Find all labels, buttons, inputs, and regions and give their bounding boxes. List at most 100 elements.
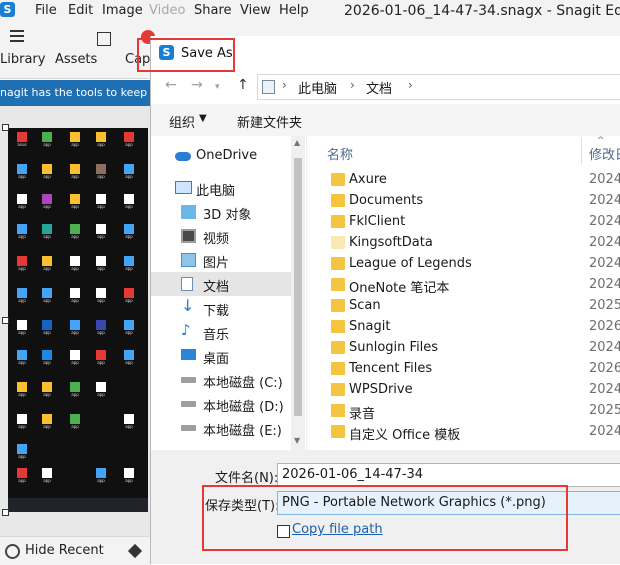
menu-help[interactable]: Help: [279, 3, 309, 18]
download-icon: ↓: [181, 296, 195, 315]
navigation-pane: OneDrive 此电脑 3D 对象 视频 图片 文档 ↓ 下载 ♪ 音乐 桌面…: [151, 136, 306, 450]
drive-icon: [181, 377, 196, 383]
menu-share[interactable]: Share: [194, 3, 232, 18]
back-arrow-icon[interactable]: ←: [165, 77, 177, 93]
menu-edit[interactable]: Edit: [68, 3, 93, 18]
snagit-logo-icon: S: [0, 2, 15, 17]
nav-item-3d-objects[interactable]: 3D 对象: [151, 200, 291, 224]
forward-arrow-icon[interactable]: →: [191, 77, 203, 93]
nav-scrollbar[interactable]: ▲ ▼: [291, 136, 305, 450]
scroll-down-icon[interactable]: ▼: [294, 436, 300, 445]
folder-icon: [331, 236, 345, 249]
folder-icon: [331, 425, 345, 438]
breadcrumb-documents[interactable]: 文档: [366, 78, 392, 97]
breadcrumb-this-pc[interactable]: 此电脑: [298, 78, 337, 97]
nav-item-desktop[interactable]: 桌面: [151, 344, 291, 368]
editor-bottom-bar: Hide Recent: [0, 536, 152, 565]
list-item[interactable]: League of Legends2024/: [307, 254, 620, 275]
pc-icon: [262, 80, 275, 94]
folder-icon: [331, 257, 345, 270]
folder-icon: [331, 194, 345, 207]
folder-icon: [331, 383, 345, 396]
chevron-down-icon: ▼: [199, 113, 207, 124]
column-header-date[interactable]: 修改日: [589, 144, 620, 163]
up-arrow-icon[interactable]: ↑: [237, 77, 249, 93]
assets-icon: [97, 32, 111, 46]
window-title: 2026-01-06_14-47-34.snagx - Snagit Edito…: [344, 3, 620, 19]
breadcrumb-separator-icon: ›: [408, 78, 413, 92]
breadcrumb-separator-icon: ›: [350, 78, 355, 92]
history-icon: [5, 544, 20, 559]
organize-button[interactable]: 组织: [169, 112, 195, 131]
folder-icon: [331, 299, 345, 312]
folder-icon: [331, 404, 345, 417]
menu-view[interactable]: View: [240, 3, 271, 18]
music-icon: ♪: [181, 321, 191, 339]
folder-icon: [331, 278, 345, 291]
column-divider[interactable]: [581, 138, 582, 164]
scrollbar-thumb[interactable]: [294, 158, 302, 416]
nav-item-videos[interactable]: 视频: [151, 224, 291, 248]
highlight-box: [137, 38, 235, 72]
document-icon: [181, 277, 193, 291]
list-item[interactable]: OneNote 笔记本2024/: [307, 275, 620, 296]
filename-label: 文件名(N):: [215, 471, 279, 486]
tag-icon: [127, 543, 143, 559]
list-item[interactable]: Sunlogin Files2024/: [307, 338, 620, 359]
highlight-box: [202, 485, 568, 551]
resize-handle[interactable]: [2, 317, 9, 324]
navigation-bar: ← → ▾ ↑ › 此电脑 › 文档 ›: [151, 70, 620, 104]
nav-item-downloads[interactable]: ↓ 下载: [151, 296, 291, 320]
folder-icon: [331, 320, 345, 333]
nav-item-drive-d[interactable]: 本地磁盘 (D:): [151, 392, 291, 416]
scroll-up-icon[interactable]: ▲: [294, 138, 300, 147]
file-list: ^ 名称 修改日 Axure2024/ Documents2024/ FklCl…: [307, 136, 620, 450]
nav-item-drive-c[interactable]: 本地磁盘 (C:): [151, 368, 291, 392]
info-banner: nagit has the tools to keep im: [0, 80, 152, 106]
menu-video[interactable]: Video: [149, 3, 185, 18]
list-item[interactable]: Documents2024/: [307, 191, 620, 212]
video-icon: [181, 229, 196, 243]
list-item[interactable]: KingsoftData2024/: [307, 233, 620, 254]
preview-taskbar: [8, 498, 148, 512]
breadcrumb-separator-icon: ›: [282, 78, 287, 92]
folder-icon: [331, 215, 345, 228]
column-header-name[interactable]: 名称: [327, 144, 353, 163]
list-item[interactable]: WPSDrive2024/: [307, 380, 620, 401]
nav-item-pictures[interactable]: 图片: [151, 248, 291, 272]
desktop-icon: [181, 349, 196, 360]
assets-button[interactable]: Assets: [55, 52, 97, 67]
editor-menubar: S File Edit Image Video Share View Help …: [0, 0, 620, 22]
cube-icon: [181, 205, 196, 219]
list-item[interactable]: 录音2025/: [307, 401, 620, 422]
library-button[interactable]: Library: [0, 52, 45, 67]
cloud-icon: [175, 152, 191, 161]
hide-recent-button[interactable]: Hide Recent: [25, 543, 104, 558]
nav-item-documents[interactable]: 文档: [151, 272, 291, 296]
drive-icon: [181, 425, 196, 431]
list-item[interactable]: Tencent Files2026/: [307, 359, 620, 380]
folder-icon: [331, 341, 345, 354]
chevron-down-icon[interactable]: ▾: [215, 82, 220, 92]
nav-item-drive-e[interactable]: 本地磁盘 (E:): [151, 416, 291, 440]
resize-handle[interactable]: [2, 124, 9, 131]
folder-icon: [331, 173, 345, 186]
menu-file[interactable]: File: [35, 3, 57, 18]
resize-handle[interactable]: [2, 509, 9, 516]
address-bar[interactable]: › 此电脑 › 文档 ›: [257, 74, 620, 100]
list-item[interactable]: Snagit2026/: [307, 317, 620, 338]
new-folder-button[interactable]: 新建文件夹: [237, 112, 302, 131]
list-item[interactable]: Axure2024/: [307, 170, 620, 191]
list-item[interactable]: Scan2025/: [307, 296, 620, 317]
nav-item-this-pc[interactable]: 此电脑: [151, 176, 291, 200]
folder-icon: [331, 362, 345, 375]
menu-image[interactable]: Image: [102, 3, 143, 18]
pc-icon: [175, 181, 192, 194]
picture-icon: [181, 253, 196, 267]
nav-item-onedrive[interactable]: OneDrive: [151, 144, 291, 168]
list-item[interactable]: FklClient2024/: [307, 212, 620, 233]
nav-item-music[interactable]: ♪ 音乐: [151, 320, 291, 344]
hamburger-icon[interactable]: [10, 30, 24, 42]
filename-field[interactable]: 2026-01-06_14-47-34: [277, 463, 620, 487]
list-item[interactable]: 自定义 Office 模板2024/: [307, 422, 620, 443]
